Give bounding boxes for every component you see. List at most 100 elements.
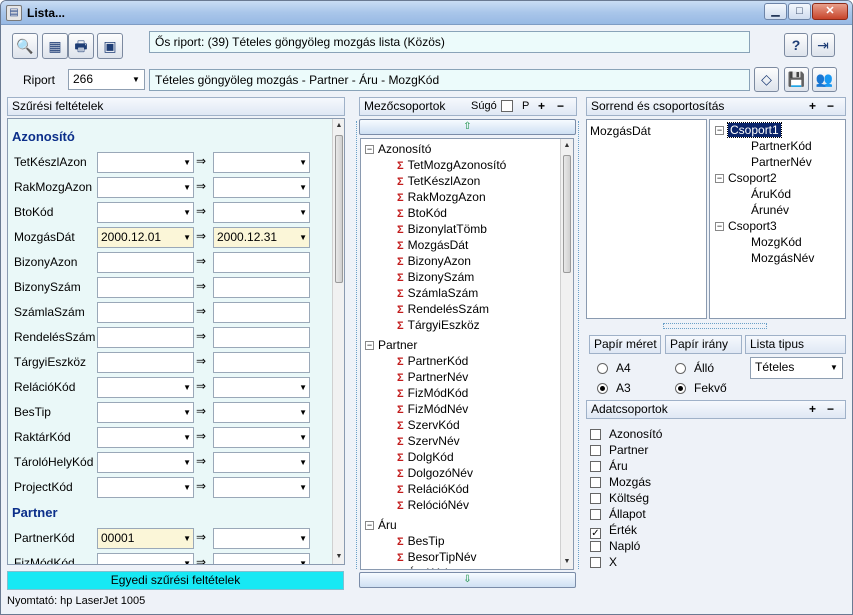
export-button[interactable]: ▣ (97, 33, 123, 59)
right-splitter[interactable] (578, 121, 584, 569)
checkbox-icon[interactable] (590, 461, 601, 472)
field-item[interactable]: Σ TetMozgAzonosító (397, 158, 506, 172)
filter-to-input[interactable] (213, 327, 310, 348)
checkbox-icon[interactable] (590, 509, 601, 520)
scroll-down-arrow-icon[interactable]: ▼ (333, 550, 344, 564)
field-item[interactable]: Σ RakMozgAzon (397, 190, 486, 204)
scroll-down-arrow-icon[interactable]: ▼ (561, 555, 573, 569)
filter-to-input[interactable]: ▼ (213, 377, 310, 398)
report-settings-button[interactable]: ▦ (42, 33, 68, 59)
datagroup-checkbox[interactable]: X (590, 555, 617, 569)
collapse-icon[interactable]: − (365, 145, 374, 155)
checkbox-icon[interactable] (590, 445, 601, 456)
field-item[interactable]: Σ DolgKód (397, 450, 454, 464)
filter-to-input[interactable] (213, 252, 310, 273)
filter-to-input[interactable] (213, 352, 310, 373)
maximize-button[interactable]: □ (788, 3, 811, 20)
field-group-node[interactable]: − Partner (365, 338, 417, 352)
field-item[interactable]: Σ BizonylatTömb (397, 222, 487, 236)
exit-button[interactable]: ⇥ (811, 33, 835, 57)
filter-to-input[interactable]: ▼ (213, 477, 310, 498)
group-item[interactable]: PartnerKód (751, 139, 812, 153)
field-item[interactable]: Σ PartnerNév (397, 370, 468, 384)
collapse-icon[interactable]: − (365, 341, 374, 351)
filter-from-input[interactable]: ▼ (97, 553, 194, 564)
filters-scrollbar[interactable]: ▲ ▼ (332, 119, 344, 564)
datagroup-checkbox[interactable]: Állapot (590, 507, 646, 521)
scroll-down-button[interactable]: ⇩ (359, 572, 576, 588)
paper-orient-radio[interactable]: Álló (675, 361, 714, 375)
datagroup-checkbox[interactable]: Mozgás (590, 475, 651, 489)
datagroup-checkbox[interactable]: Áru (590, 459, 628, 473)
field-item[interactable]: Σ TárgyiEszköz (397, 318, 480, 332)
filter-from-input[interactable]: ▼ (97, 427, 194, 448)
save-button[interactable]: 💾 (784, 67, 809, 92)
datagroups-remove-button[interactable]: − (827, 402, 834, 416)
field-item[interactable]: Σ ÁruKód (397, 566, 448, 569)
horizontal-splitter[interactable] (663, 323, 767, 329)
scroll-up-arrow-icon[interactable]: ▲ (333, 119, 344, 133)
sort-order-item[interactable]: MozgásDát (590, 124, 651, 138)
filter-to-input[interactable]: ▼ (213, 452, 310, 473)
group-node[interactable]: − Csoport2 (715, 171, 777, 185)
sort-add-button[interactable]: + (809, 99, 816, 113)
field-item[interactable]: Σ BtoKód (397, 206, 447, 220)
collapse-icon[interactable]: − (715, 126, 724, 136)
field-item[interactable]: Σ RelócióNév (397, 498, 469, 512)
radio-icon[interactable] (597, 383, 608, 394)
filter-from-input[interactable] (97, 277, 194, 298)
filter-to-input[interactable] (213, 302, 310, 323)
preview-button[interactable]: 🔍 (12, 33, 38, 59)
group-item[interactable]: Árunév (751, 203, 789, 217)
radio-icon[interactable] (675, 383, 686, 394)
filter-to-input[interactable]: ▼ (213, 528, 310, 549)
clear-button[interactable]: ◇ (754, 67, 779, 92)
filter-to-input[interactable] (213, 277, 310, 298)
fields-collapse-button[interactable]: − (557, 99, 564, 113)
paper-size-radio[interactable]: A4 (597, 361, 631, 375)
filter-from-input[interactable]: ▼ (97, 202, 194, 223)
field-item[interactable]: Σ SzervNév (397, 434, 460, 448)
filter-from-input[interactable] (97, 352, 194, 373)
scroll-thumb[interactable] (335, 135, 343, 283)
datagroup-checkbox[interactable]: Napló (590, 539, 640, 553)
filter-to-input[interactable]: ▼ (213, 402, 310, 423)
scroll-thumb[interactable] (563, 155, 571, 273)
field-item[interactable]: Σ PartnerKód (397, 354, 468, 368)
sort-remove-button[interactable]: − (827, 99, 834, 113)
scroll-up-arrow-icon[interactable]: ▲ (561, 139, 573, 153)
filter-to-input[interactable]: ▼ (213, 427, 310, 448)
list-type-select[interactable]: Tételes ▼ (750, 357, 843, 379)
datagroups-add-button[interactable]: + (809, 402, 816, 416)
field-item[interactable]: Σ BesorTipNév (397, 550, 477, 564)
filter-from-input[interactable]: 00001 ▼ (97, 528, 194, 549)
datagroup-checkbox[interactable]: Költség (590, 491, 649, 505)
field-item[interactable]: Σ RelációKód (397, 482, 469, 496)
print-button[interactable]: 🖶 (68, 33, 94, 59)
group-node[interactable]: − Csoport1 (715, 122, 782, 138)
field-item[interactable]: Σ BesTip (397, 534, 445, 548)
field-item[interactable]: Σ SzervKód (397, 418, 460, 432)
paper-size-radio[interactable]: A3 (597, 381, 631, 395)
field-item[interactable]: Σ BizonySzám (397, 270, 474, 284)
filter-from-input[interactable]: 2000.12.01 ▼ (97, 227, 194, 248)
filter-from-input[interactable]: ▼ (97, 377, 194, 398)
filter-to-input[interactable]: ▼ (213, 553, 310, 564)
checkbox-icon[interactable] (590, 557, 601, 568)
field-item[interactable]: Σ RendelésSzám (397, 302, 489, 316)
scroll-up-button[interactable]: ⇧ (359, 119, 576, 135)
field-item[interactable]: Σ MozgásDát (397, 238, 468, 252)
checkbox-icon[interactable]: ✓ (590, 528, 601, 539)
radio-icon[interactable] (675, 363, 686, 374)
filter-from-input[interactable] (97, 252, 194, 273)
filter-from-input[interactable]: ▼ (97, 477, 194, 498)
filter-from-input[interactable]: ▼ (97, 452, 194, 473)
collapse-icon[interactable]: − (715, 222, 724, 232)
field-group-node[interactable]: − Azonosító (365, 142, 431, 156)
checkbox-icon[interactable] (590, 477, 601, 488)
filter-from-input[interactable] (97, 302, 194, 323)
collapse-icon[interactable]: − (715, 174, 724, 184)
field-item[interactable]: Σ BizonyAzon (397, 254, 471, 268)
paper-orient-radio[interactable]: Fekvő (675, 381, 727, 395)
fields-scrollbar[interactable]: ▲ ▼ (560, 139, 573, 569)
